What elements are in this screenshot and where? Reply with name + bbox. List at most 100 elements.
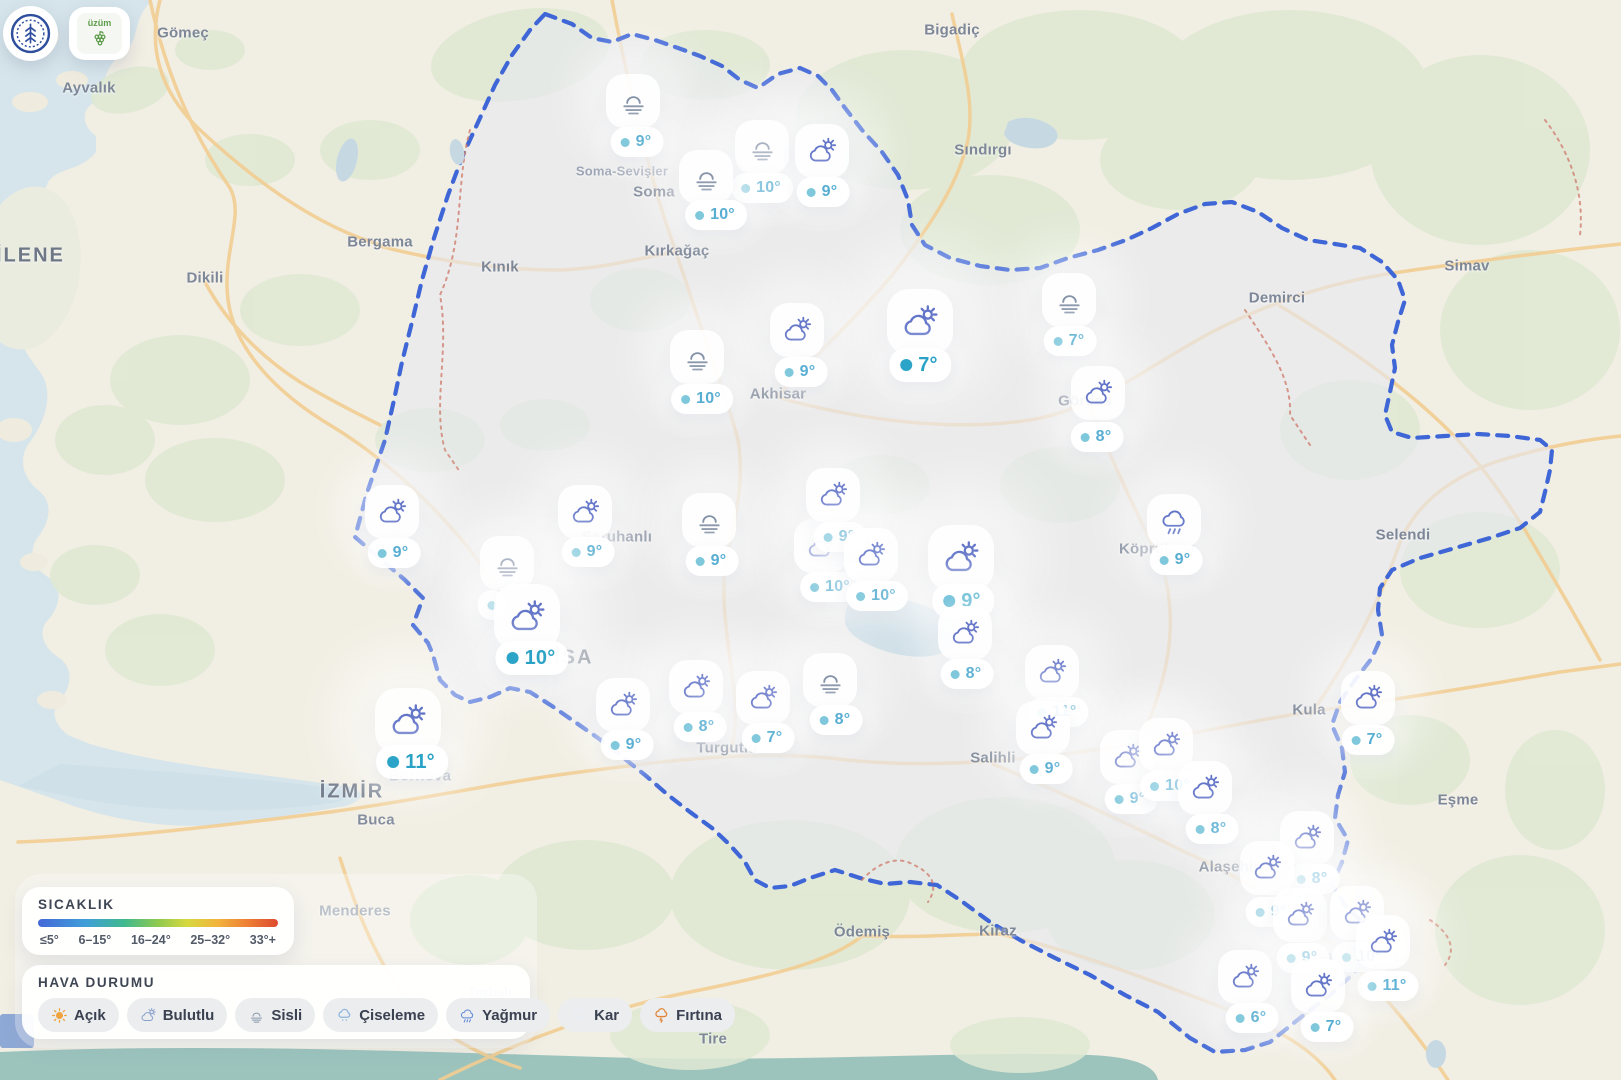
weather-marker-cloud-sun[interactable]: [736, 671, 790, 725]
temperature-pill[interactable]: 8°: [674, 712, 727, 742]
weather-chip-iseleme[interactable]: Çiseleme: [323, 998, 438, 1032]
temperature-value: 8°: [966, 665, 982, 683]
weather-marker-rain[interactable]: [1147, 494, 1201, 548]
weather-marker-cloud-sun[interactable]: [1071, 366, 1125, 420]
weather-marker-cloud-sun[interactable]: [1356, 915, 1410, 969]
temperature-pill[interactable]: 9°: [775, 357, 828, 387]
weather-marker-fog[interactable]: [679, 150, 733, 204]
weather-marker-cloud-sun[interactable]: [1240, 841, 1294, 895]
weather-marker-cloud-sun[interactable]: [1273, 888, 1327, 942]
temperature-pill[interactable]: 8°: [810, 705, 863, 735]
weather-marker-cloud-sun[interactable]: [365, 485, 419, 539]
temperature-value: 9°: [636, 133, 652, 151]
temperature-value: 9°: [800, 363, 816, 381]
temperature-pill[interactable]: 9°: [1150, 545, 1203, 575]
temperature-dot: [1160, 556, 1169, 565]
weather-marker-cloud-sun[interactable]: [1218, 950, 1272, 1004]
weather-marker-fog[interactable]: [480, 536, 534, 590]
weather-chip-label: Açık: [74, 1007, 106, 1024]
weather-chip-label: Bulutlu: [163, 1007, 215, 1024]
weather-marker-fog[interactable]: [1042, 273, 1096, 327]
weather-marker-fog[interactable]: [803, 653, 857, 707]
temperature-dot: [824, 533, 833, 542]
weather-marker-cloud-sun[interactable]: [887, 289, 953, 355]
temperature-legend-title: SICAKLIK: [38, 897, 278, 912]
weather-chip-sisli[interactable]: Sisli: [235, 998, 315, 1032]
cloud-sun-icon: [1252, 853, 1283, 884]
temperature-scale-label: 25–32°: [190, 933, 230, 947]
weather-marker-cloud-sun[interactable]: [806, 468, 860, 522]
temperature-pill[interactable]: 9°: [601, 730, 654, 760]
temperature-dot: [621, 138, 630, 147]
temperature-pill[interactable]: 10°: [685, 200, 747, 230]
weather-marker-cloud-sun[interactable]: [596, 678, 650, 732]
weather-chip-label: Kar: [594, 1007, 619, 1024]
weather-marker-cloud-sun[interactable]: [1178, 761, 1232, 815]
weather-marker-cloud-sun[interactable]: [938, 606, 992, 660]
weather-marker-cloud-sun[interactable]: [669, 660, 723, 714]
temperature-pill[interactable]: 9°: [686, 546, 739, 576]
weather-marker-cloud-sun[interactable]: [1016, 701, 1070, 755]
weather-chip-bulutlu[interactable]: Bulutlu: [127, 998, 228, 1032]
temperature-pill[interactable]: 8°: [941, 659, 994, 689]
temperature-pill[interactable]: 11°: [376, 745, 448, 779]
weather-marker-cloud-sun[interactable]: [1341, 671, 1395, 725]
cloud-sun-icon: [1151, 730, 1182, 761]
temperature-value: 10°: [756, 179, 781, 197]
temperature-dot: [387, 756, 399, 768]
temperature-value: 7°: [1069, 332, 1085, 350]
weather-filter-chips: AçıkBulutluSisliÇiselemeYağmurKarFırtına: [38, 998, 516, 1032]
temperature-pill[interactable]: 6°: [1226, 1003, 1279, 1033]
weather-marker-cloud-sun[interactable]: [1291, 959, 1345, 1013]
temperature-pill[interactable]: 10°: [496, 641, 569, 675]
temperature-pill[interactable]: 11°: [1358, 971, 1419, 1001]
weather-chip-a-k[interactable]: Açık: [38, 998, 119, 1032]
weather-marker-fog[interactable]: [735, 120, 789, 174]
cloud-sun-icon: [942, 539, 981, 578]
temperature-dot: [1081, 433, 1090, 442]
temperature-pill[interactable]: 7°: [889, 348, 951, 382]
temperature-pill[interactable]: 7°: [1044, 326, 1097, 356]
fog-icon: [1054, 285, 1085, 316]
temperature-dot: [900, 359, 912, 371]
weather-marker-cloud-sun[interactable]: [1025, 645, 1079, 699]
temperature-pill[interactable]: 7°: [1301, 1012, 1354, 1042]
temperature-pill[interactable]: 9°: [797, 177, 850, 207]
sun-icon: [51, 1007, 68, 1024]
weather-marker-cloud-sun[interactable]: [844, 528, 898, 582]
weather-marker-fog[interactable]: [682, 493, 736, 547]
grapes-icon: [90, 29, 110, 49]
temperature-pill[interactable]: 10°: [671, 384, 733, 414]
temperature-pill[interactable]: 8°: [1071, 422, 1124, 452]
temperature-pill[interactable]: 7°: [1342, 725, 1395, 755]
temperature-pill[interactable]: 8°: [1186, 814, 1239, 844]
temperature-pill[interactable]: 9°: [368, 538, 421, 568]
weather-chip-f-rt-na[interactable]: Fırtına: [640, 998, 735, 1032]
temperature-pill[interactable]: 10°: [846, 581, 908, 611]
temperature-scale-label: ≤5°: [40, 933, 59, 947]
temperature-pill[interactable]: 9°: [1020, 754, 1073, 784]
fog-icon: [618, 86, 649, 117]
temperature-value: 9°: [1045, 760, 1061, 778]
temperature-pill[interactable]: 9°: [611, 127, 664, 157]
uzum-logo-button[interactable]: üzüm: [69, 7, 130, 60]
weather-marker-fog[interactable]: [606, 74, 660, 128]
temperature-pill[interactable]: 10°: [731, 173, 793, 203]
weather-marker-cloud-sun[interactable]: [558, 485, 612, 539]
cloud-sun-icon: [389, 702, 428, 741]
temperature-pill[interactable]: 7°: [742, 723, 795, 753]
temperature-legend-card: SICAKLIK ≤5°6–15°16–24°25–32°33°+: [22, 887, 294, 955]
temperature-value: 11°: [405, 751, 435, 774]
temperature-scale-labels: ≤5°6–15°16–24°25–32°33°+: [38, 933, 278, 947]
temperature-pill[interactable]: 9°: [562, 537, 615, 567]
weather-marker-fog[interactable]: [670, 330, 724, 384]
temperature-dot: [810, 583, 819, 592]
weather-chip-kar[interactable]: Kar: [558, 998, 632, 1032]
temperature-value: 9°: [822, 183, 838, 201]
weather-marker-cloud-sun[interactable]: [770, 303, 824, 357]
ministry-logo-button[interactable]: [3, 6, 58, 61]
weather-marker-cloud-sun[interactable]: [928, 525, 994, 591]
weather-marker-cloud-sun[interactable]: [795, 124, 849, 178]
weather-chip-ya-mur[interactable]: Yağmur: [446, 998, 550, 1032]
temperature-value: 11°: [1383, 977, 1407, 995]
